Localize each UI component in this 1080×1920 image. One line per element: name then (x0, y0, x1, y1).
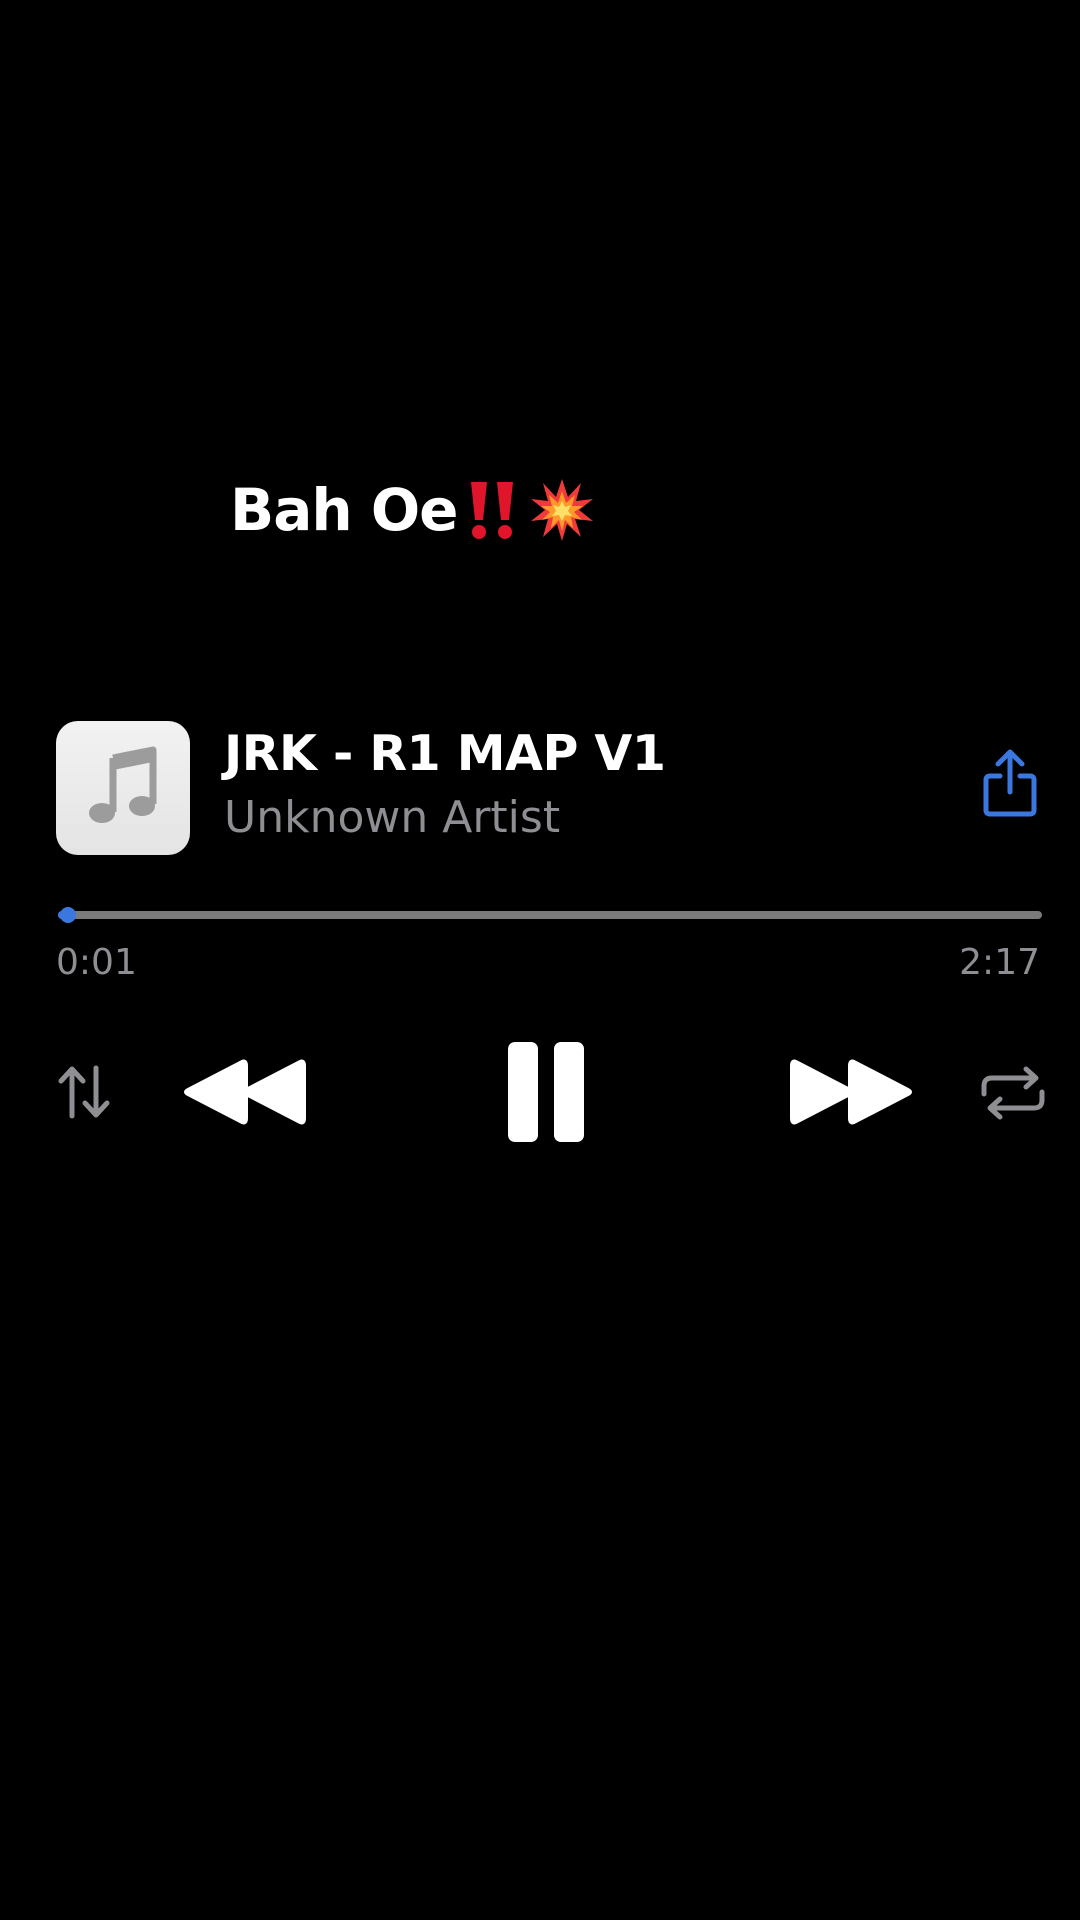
track-artist: Unknown Artist (224, 792, 561, 843)
caption: Bah Oe (230, 470, 595, 550)
total-duration: 2:17 (959, 942, 1040, 983)
playback-progress-slider[interactable] (58, 906, 1042, 923)
rewind-icon (184, 1056, 306, 1128)
share-icon (982, 749, 1038, 822)
double-exclamation-icon (465, 478, 521, 542)
up-down-arrows-icon (56, 1064, 112, 1120)
pause-icon (506, 1040, 586, 1144)
pause-button[interactable] (506, 1040, 586, 1144)
track-title: JRK - R1 MAP V1 (224, 725, 666, 782)
elapsed-time: 0:01 (56, 942, 137, 983)
caption-text: Bah Oe (230, 476, 458, 544)
repeat-button[interactable] (980, 1066, 1046, 1120)
progress-thumb[interactable] (59, 907, 76, 923)
rewind-button[interactable] (184, 1056, 306, 1128)
sort-order-button[interactable] (56, 1064, 112, 1120)
fast-forward-button[interactable] (790, 1056, 912, 1128)
collision-icon (529, 477, 595, 543)
share-button[interactable] (982, 748, 1038, 818)
music-note-icon (87, 746, 159, 830)
progress-track (58, 911, 1042, 919)
album-artwork (56, 721, 190, 855)
fast-forward-icon (790, 1056, 912, 1128)
repeat-icon (980, 1066, 1046, 1120)
